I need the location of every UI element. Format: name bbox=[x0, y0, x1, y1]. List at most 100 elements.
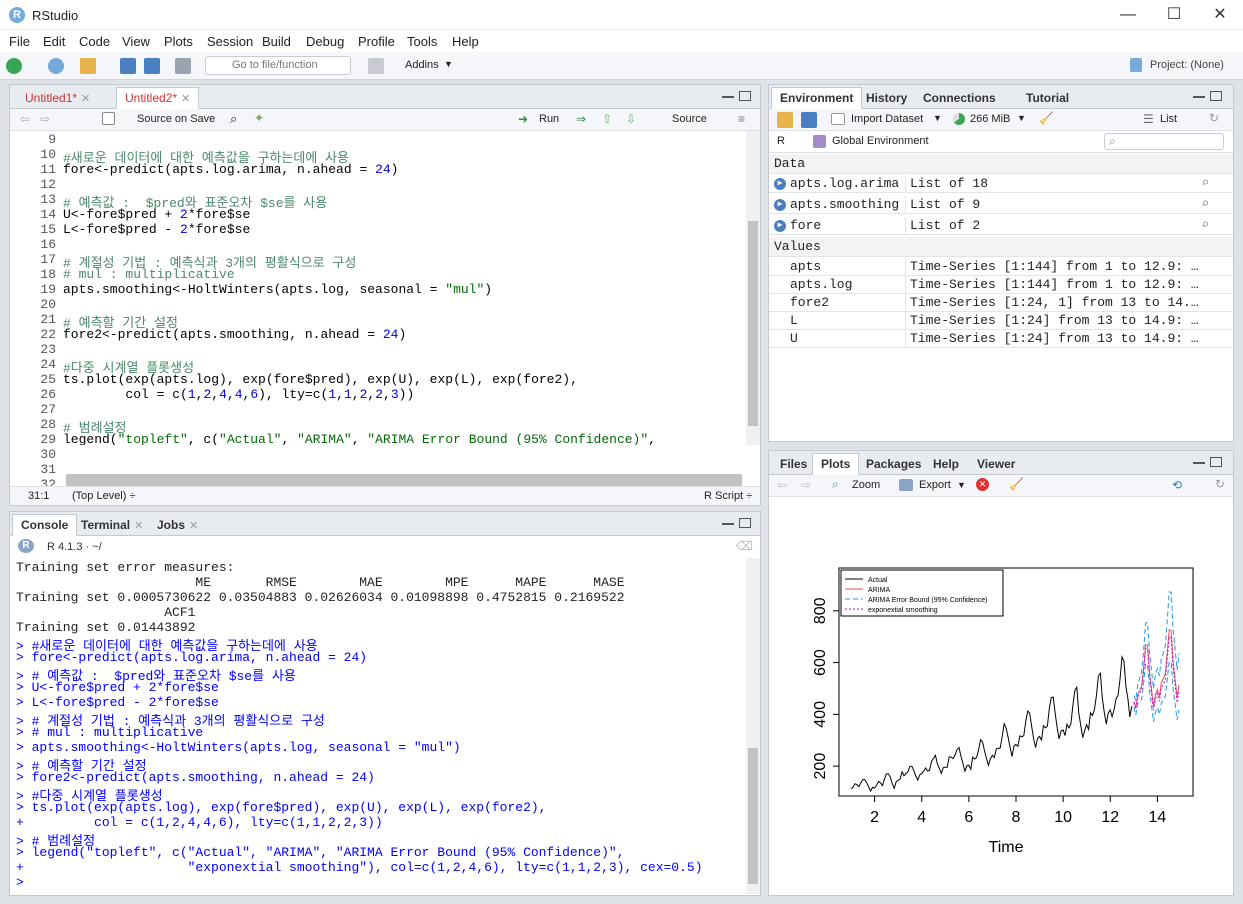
tab-environment[interactable]: Environment bbox=[771, 87, 863, 109]
tab-terminal[interactable]: Terminal ✕ bbox=[72, 514, 152, 536]
up-arrow-icon[interactable]: ⇧ bbox=[602, 112, 612, 126]
publish-icon[interactable]: ⟲ bbox=[1172, 478, 1182, 492]
memory-usage[interactable]: 266 MiB bbox=[970, 113, 1010, 125]
tab-jobs[interactable]: Jobs ✕ bbox=[148, 514, 207, 536]
environment-search-input[interactable]: ⌕ bbox=[1104, 133, 1224, 150]
expand-object-icon[interactable]: ▶ bbox=[774, 220, 786, 232]
menu-file[interactable]: File bbox=[9, 34, 30, 49]
import-dataset-button[interactable]: Import Dataset bbox=[851, 113, 923, 125]
load-workspace-icon[interactable] bbox=[777, 112, 793, 128]
environment-row[interactable]: ▶ fore List of 2 ⌕ bbox=[769, 217, 1232, 235]
refresh-icon[interactable]: ↻ bbox=[1209, 111, 1219, 125]
environment-row[interactable]: apts Time-Series [1:144] from 1 to 12.9: … bbox=[769, 258, 1232, 276]
project-menu[interactable]: Project: (None) bbox=[1150, 59, 1224, 71]
expand-object-icon[interactable]: ▶ bbox=[774, 199, 786, 211]
tab-untitled1[interactable]: Untitled1* ✕ bbox=[16, 87, 99, 109]
view-mode-selector[interactable]: List bbox=[1160, 113, 1177, 125]
environment-row[interactable]: U Time-Series [1:24] from 13 to 14.9: … bbox=[769, 330, 1232, 348]
tab-files[interactable]: Files bbox=[771, 453, 816, 475]
view-data-icon[interactable]: ⌕ bbox=[1201, 175, 1209, 192]
menu-profile[interactable]: Profile bbox=[358, 34, 395, 49]
maximize-pane-icon[interactable] bbox=[1210, 91, 1222, 101]
save-icon[interactable] bbox=[120, 58, 136, 74]
save-workspace-icon[interactable] bbox=[801, 112, 817, 128]
broom-icon[interactable]: 🧹 bbox=[1039, 111, 1054, 125]
close-tab-icon[interactable]: ✕ bbox=[134, 520, 143, 532]
source-button[interactable]: Source bbox=[672, 113, 707, 125]
menu-build[interactable]: Build bbox=[262, 34, 291, 49]
menu-edit[interactable]: Edit bbox=[43, 34, 65, 49]
tab-connections[interactable]: Connections bbox=[914, 87, 1005, 109]
forward-arrow-icon[interactable]: ⇨ bbox=[40, 112, 50, 126]
global-environment-selector[interactable]: Global Environment bbox=[832, 135, 929, 147]
go-to-file-input[interactable]: Go to file/function bbox=[205, 56, 351, 75]
language-selector[interactable]: R bbox=[777, 135, 785, 147]
tab-plots[interactable]: Plots bbox=[812, 453, 860, 475]
maximize-pane-icon[interactable] bbox=[1210, 457, 1222, 467]
close-tab-icon[interactable]: ✕ bbox=[81, 93, 90, 105]
minimize-button[interactable]: — bbox=[1105, 0, 1151, 30]
tab-console[interactable]: Console bbox=[12, 514, 78, 536]
environment-row[interactable]: ▶ apts.smoothing List of 9 ⌕ bbox=[769, 196, 1232, 214]
menu-plots[interactable]: Plots bbox=[164, 34, 193, 49]
grid-layout-icon[interactable] bbox=[368, 58, 384, 74]
menu-debug[interactable]: Debug bbox=[306, 34, 344, 49]
tab-history[interactable]: History bbox=[857, 87, 916, 109]
clear-console-icon[interactable]: ⌫ bbox=[736, 539, 753, 553]
view-data-icon[interactable]: ⌕ bbox=[1201, 196, 1209, 213]
maximize-pane-icon[interactable] bbox=[739, 91, 751, 101]
search-icon[interactable]: ⌕ bbox=[230, 111, 237, 127]
menu-code[interactable]: Code bbox=[79, 34, 110, 49]
print-icon[interactable] bbox=[175, 58, 191, 74]
back-arrow-icon[interactable]: ⇦ bbox=[20, 112, 30, 126]
menu-tools[interactable]: Tools bbox=[407, 34, 437, 49]
new-project-icon[interactable] bbox=[48, 58, 64, 74]
environment-row[interactable]: ▶ apts.log.arima List of 18 ⌕ bbox=[769, 175, 1232, 193]
run-button[interactable]: Run bbox=[539, 113, 559, 125]
tab-untitled2[interactable]: Untitled2* ✕ bbox=[116, 87, 200, 109]
export-button[interactable]: Export bbox=[919, 479, 951, 491]
rerun-icon[interactable]: ⇒ bbox=[576, 112, 586, 126]
file-type-selector[interactable]: R Script ÷ bbox=[704, 490, 752, 502]
refresh-icon[interactable]: ↻ bbox=[1215, 477, 1225, 491]
remove-plot-icon[interactable]: ✕ bbox=[976, 478, 989, 491]
editor-horizontal-scrollbar[interactable] bbox=[66, 474, 742, 486]
addins-menu[interactable]: Addins bbox=[405, 59, 439, 71]
maximize-pane-icon[interactable] bbox=[739, 518, 751, 528]
tab-tutorial[interactable]: Tutorial bbox=[1017, 87, 1078, 109]
previous-plot-icon[interactable]: ⇦ bbox=[777, 478, 787, 492]
minimize-pane-icon[interactable] bbox=[1193, 461, 1205, 464]
tab-packages[interactable]: Packages bbox=[857, 453, 930, 475]
outline-icon[interactable]: ≡ bbox=[738, 112, 745, 126]
tab-viewer[interactable]: Viewer bbox=[968, 453, 1024, 475]
close-tab-icon[interactable]: ✕ bbox=[181, 93, 190, 105]
code-area[interactable]: #새로운 데이터에 대한 예측값을 구하는데에 사용 fore<-predict(… bbox=[10, 131, 744, 445]
menu-view[interactable]: View bbox=[122, 34, 150, 49]
broom-icon[interactable]: 🧹 bbox=[1009, 477, 1024, 491]
save-all-icon[interactable] bbox=[144, 58, 160, 74]
view-data-icon[interactable]: ⌕ bbox=[1201, 217, 1209, 234]
source-on-save-checkbox[interactable] bbox=[102, 112, 115, 125]
down-arrow-icon[interactable]: ⇩ bbox=[626, 112, 636, 126]
new-file-icon[interactable] bbox=[6, 58, 22, 74]
console-output[interactable]: Training set error measures: ME RMSE MAE… bbox=[10, 558, 744, 894]
magic-wand-icon[interactable]: ✦ bbox=[254, 111, 264, 125]
open-file-icon[interactable] bbox=[80, 58, 96, 74]
environment-row[interactable]: fore2 Time-Series [1:24, 1] from 13 to 14… bbox=[769, 294, 1232, 312]
environment-row[interactable]: L Time-Series [1:24] from 13 to 14.9: … bbox=[769, 312, 1232, 330]
console-scrollbar[interactable] bbox=[746, 558, 760, 894]
environment-row[interactable]: apts.log Time-Series [1:144] from 1 to 12… bbox=[769, 276, 1232, 294]
minimize-pane-icon[interactable] bbox=[722, 95, 734, 98]
tab-help[interactable]: Help bbox=[924, 453, 968, 475]
next-plot-icon[interactable]: ⇨ bbox=[801, 478, 811, 492]
close-window-button[interactable]: ✕ bbox=[1197, 0, 1243, 30]
menu-session[interactable]: Session bbox=[207, 34, 253, 49]
expand-object-icon[interactable]: ▶ bbox=[774, 178, 786, 190]
maximize-button[interactable]: ☐ bbox=[1151, 0, 1197, 30]
close-tab-icon[interactable]: ✕ bbox=[189, 520, 198, 532]
menu-help[interactable]: Help bbox=[452, 34, 479, 49]
scope-selector[interactable]: (Top Level) ÷ bbox=[72, 490, 136, 502]
zoom-button[interactable]: Zoom bbox=[852, 479, 880, 491]
minimize-pane-icon[interactable] bbox=[722, 522, 734, 525]
minimize-pane-icon[interactable] bbox=[1193, 95, 1205, 98]
